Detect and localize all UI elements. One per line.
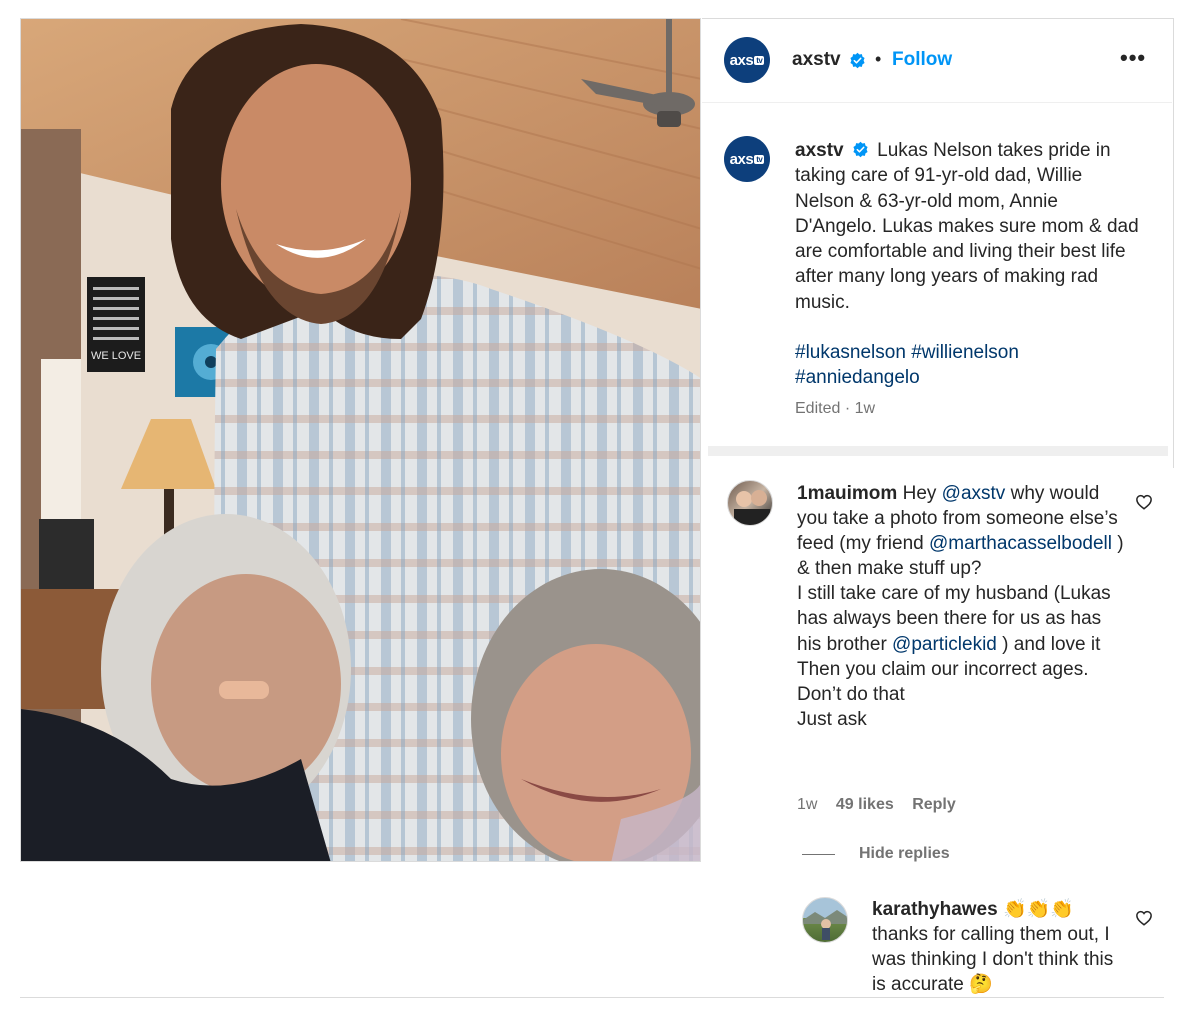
caption-text: Lukas Nelson takes pride in taking care …	[795, 140, 1139, 313]
photo-illustration: WE LOVE	[21, 19, 700, 861]
mention-axstv[interactable]: @axstv	[942, 483, 1006, 504]
comment-line2-seg-2: ) and love it	[996, 633, 1101, 655]
bottom-divider	[20, 997, 1164, 998]
post-header: axs tv axstv • Follow •••	[702, 18, 1172, 103]
post-details-panel: axs tv axstv • Follow ••• axs tv axstv Luk…	[702, 18, 1174, 998]
hide-replies-line	[802, 854, 835, 855]
hashtag-lukasnelson[interactable]: #lukasnelson	[795, 342, 906, 363]
caption-avatar[interactable]: axs tv	[724, 136, 770, 182]
comment-likes[interactable]: 49 likes	[836, 796, 894, 813]
post-photo[interactable]: WE LOVE	[20, 18, 701, 862]
hashtag-anniedangelo[interactable]: #anniedangelo	[795, 367, 920, 388]
comment-line5: Just ask	[797, 708, 867, 730]
mention-particlekid[interactable]: @particlekid	[892, 634, 997, 655]
commenter-avatar-1mauimom[interactable]	[727, 480, 773, 526]
comment-time: 1w	[797, 796, 818, 813]
mention-marthacasselbodell[interactable]: @marthacasselbodell	[929, 533, 1112, 554]
reply-heart-icon[interactable]	[1135, 909, 1153, 927]
poster-text: WE LOVE	[91, 350, 141, 362]
commenter-avatar-karathyhawes[interactable]	[802, 897, 848, 943]
comment-username-1mauimom[interactable]: 1mauimom	[797, 483, 897, 504]
caption-avatar-logo-badge: tv	[754, 155, 765, 165]
comment-line3: Then you claim our incorrect ages.	[797, 658, 1089, 680]
verified-badge-icon	[850, 52, 865, 69]
caption-username[interactable]: axstv	[795, 140, 844, 161]
comment-username-karathyhawes[interactable]: karathyhawes	[872, 899, 998, 920]
commenter-photo-1mauimom	[734, 490, 770, 525]
hide-replies-button[interactable]: Hide replies	[859, 845, 950, 863]
reply-button[interactable]: Reply	[912, 796, 956, 813]
caption-avatar-logo-text: axs	[729, 150, 754, 168]
more-options-icon[interactable]: •••	[1120, 45, 1146, 71]
clapping-emoji: 👏👏👏	[1002, 898, 1074, 920]
follow-button[interactable]: Follow	[892, 49, 952, 71]
account-avatar[interactable]: axs tv	[724, 37, 770, 83]
thinking-emoji: 🤔	[969, 973, 993, 996]
section-divider	[708, 446, 1168, 456]
comment-karathyhawes: karathyhawes 👏👏👏 thanks for calling them…	[872, 897, 1132, 997]
post-caption: axstv Lukas Nelson takes pride in taking…	[795, 138, 1140, 315]
edited-timestamp: Edited · 1w	[795, 400, 876, 417]
heart-icon[interactable]	[1135, 493, 1153, 511]
comment-meta-1mauimom: 1w 49 likes Reply	[797, 796, 970, 814]
avatar-logo-badge: tv	[754, 56, 765, 66]
comment-1mauimom: 1mauimom Hey @axstv why would you take a…	[797, 481, 1127, 732]
caption-verified-badge-icon	[853, 141, 868, 158]
header-separator: •	[875, 49, 882, 69]
hashtag-willienelson[interactable]: #willienelson	[911, 342, 1019, 363]
comment-seg-0: Hey	[902, 483, 942, 504]
comment-line4: Don’t do that	[797, 683, 905, 705]
caption-hashtags: #lukasnelson #willienelson #anniedangelo	[795, 340, 1125, 391]
avatar-logo-text: axs	[729, 51, 754, 69]
header-username[interactable]: axstv	[792, 49, 841, 71]
commenter-photo-karathyhawes	[803, 910, 847, 940]
